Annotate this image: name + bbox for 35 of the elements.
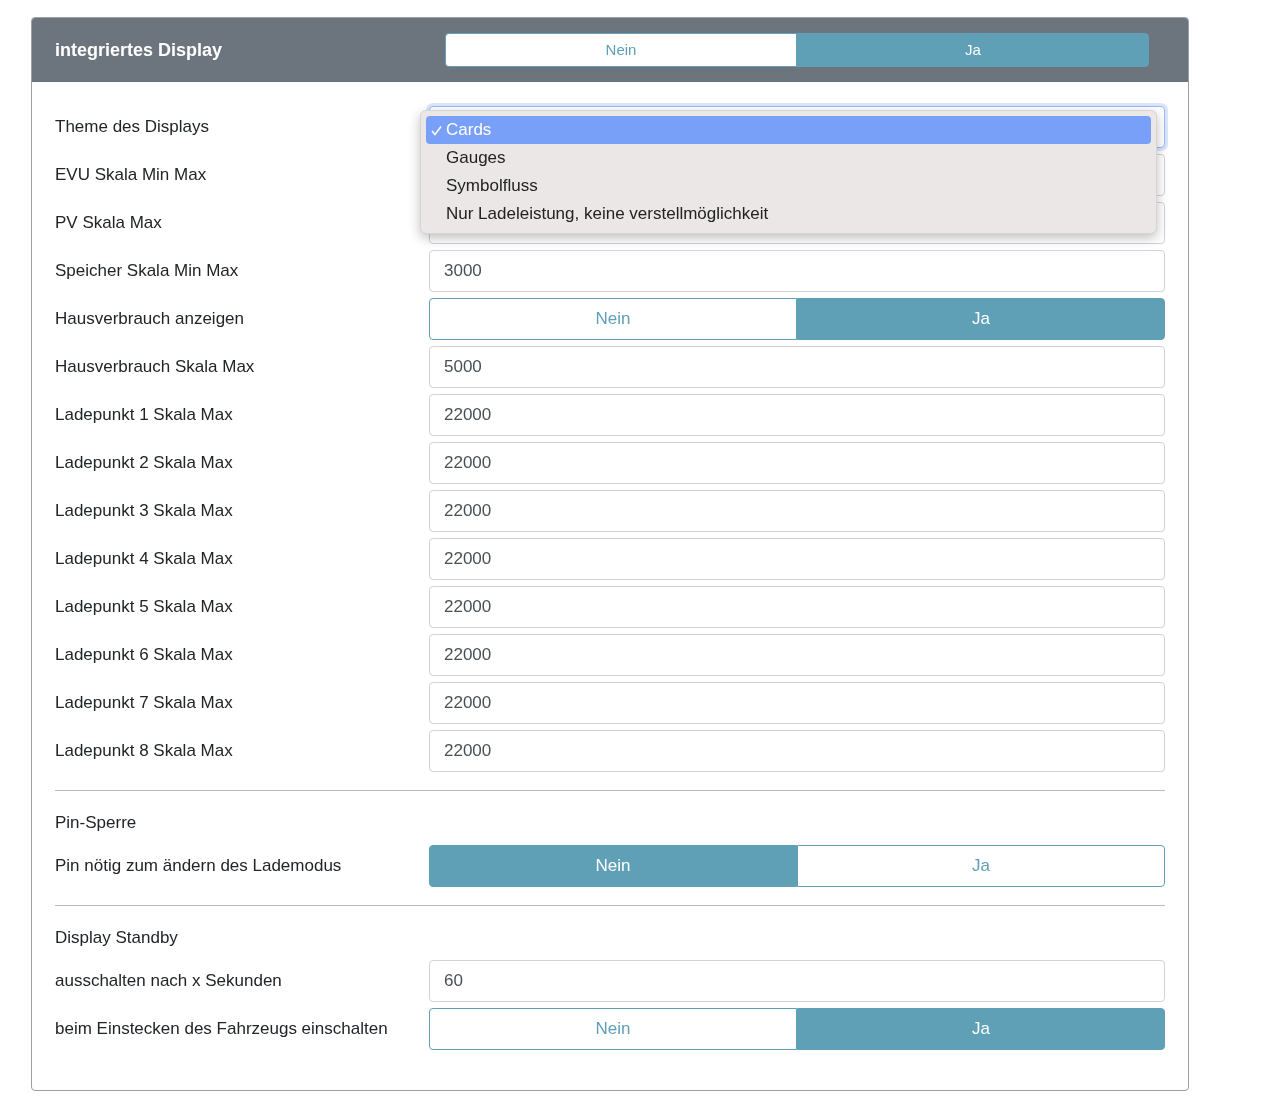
field-label: ausschalten nach x Sekunden: [55, 970, 283, 993]
field-label: PV Skala Max: [55, 212, 163, 235]
input-field[interactable]: 22000: [429, 490, 1165, 532]
input-field[interactable]: 22000: [429, 394, 1165, 436]
check-icon: [430, 124, 442, 136]
input-field[interactable]: 5000: [429, 346, 1165, 388]
field-label: Ladepunkt 3 Skala Max: [55, 500, 234, 523]
field-label: Ladepunkt 2 Skala Max: [55, 452, 234, 475]
dropdown-option[interactable]: Symbolfluss: [426, 172, 1151, 200]
card-title: integriertes Display: [55, 38, 224, 62]
field-label: Ladepunkt 7 Skala Max: [55, 692, 234, 715]
field-label: Hausverbrauch anzeigen: [55, 308, 245, 331]
section-heading: Pin-Sperre: [55, 812, 138, 835]
input-field[interactable]: 22000: [429, 586, 1165, 628]
field-label: Ladepunkt 8 Skala Max: [55, 740, 234, 763]
input-field[interactable]: 22000: [429, 442, 1165, 484]
input-field[interactable]: 22000: [429, 682, 1165, 724]
dropdown-option[interactable]: Gauges: [426, 144, 1151, 172]
field-label: beim Einstecken des Fahrzeugs einschalten: [55, 1018, 389, 1041]
dropdown-option[interactable]: Nur Ladeleistung, keine verstellmöglichkeit: [426, 200, 1151, 228]
section-heading: Display Standby: [55, 927, 179, 950]
input-field[interactable]: 3000: [429, 250, 1165, 292]
input-field[interactable]: 22000: [429, 634, 1165, 676]
field-label: Ladepunkt 1 Skala Max: [55, 404, 234, 427]
field-label: Theme des Displays: [55, 116, 210, 139]
field-label: Hausverbrauch Skala Max: [55, 356, 256, 379]
field-label: Ladepunkt 5 Skala Max: [55, 596, 234, 619]
field-label: EVU Skala Min Max: [55, 164, 208, 187]
input-field[interactable]: 22000: [429, 730, 1165, 772]
field-label: Speicher Skala Min Max: [55, 260, 240, 283]
field-label: Pin nötig zum ändern des Lademodus: [55, 855, 343, 878]
input-field[interactable]: 60: [429, 960, 1165, 1002]
field-label: Ladepunkt 6 Skala Max: [55, 644, 234, 667]
field-label: Ladepunkt 4 Skala Max: [55, 548, 234, 571]
input-field[interactable]: 22000: [429, 538, 1165, 580]
